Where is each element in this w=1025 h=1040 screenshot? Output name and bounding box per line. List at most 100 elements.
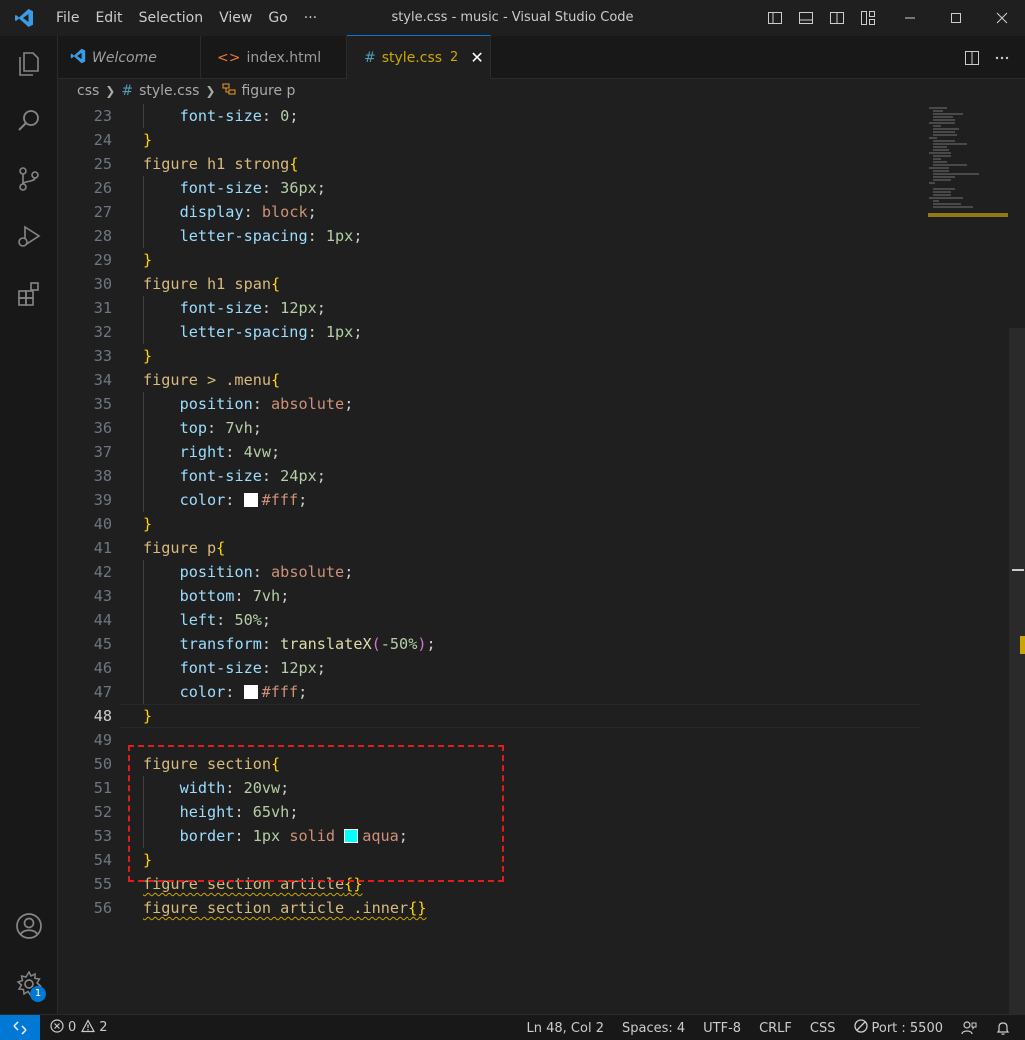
code-line[interactable]: 29} [58, 248, 928, 272]
code-line[interactable]: 56 figure section article .inner{} [58, 896, 928, 920]
more-actions-icon[interactable] [987, 36, 1017, 79]
run-debug-icon[interactable] [0, 212, 58, 260]
color-swatch[interactable] [243, 685, 258, 699]
close-window-icon[interactable] [979, 0, 1025, 36]
tab-welcome[interactable]: Welcome [58, 36, 201, 79]
menu-selection[interactable]: Selection [131, 0, 212, 36]
notifications-bell-icon[interactable] [986, 1020, 1025, 1036]
manage-gear-icon[interactable]: 1 [0, 960, 58, 1008]
editor-tabs: Welcome <> index.html # style.css 2 ✕ [58, 35, 1025, 79]
minimap-line [933, 200, 939, 202]
code-line[interactable]: 31 font-size: 12px; [58, 296, 928, 320]
minimize-icon[interactable] [887, 0, 933, 36]
breadcrumb: css ❯ # style.css ❯ figure p [58, 79, 1025, 103]
code-line[interactable]: 26 font-size: 36px; [58, 176, 928, 200]
vertical-scrollbar[interactable] [1009, 328, 1025, 1014]
line-number: 39 [93, 491, 112, 509]
code-line[interactable]: 40} [58, 512, 928, 536]
code-text: position: absolute; [143, 560, 354, 584]
breadcrumb-folder[interactable]: css [77, 83, 99, 99]
code-token: { [216, 539, 226, 557]
line-number: 47 [93, 683, 112, 701]
explorer-icon[interactable] [0, 40, 58, 88]
color-swatch[interactable] [243, 493, 258, 507]
customize-layout-icon[interactable] [856, 0, 880, 36]
code-token: ; [307, 203, 317, 221]
menu-go[interactable]: Go [260, 0, 295, 36]
live-server-port[interactable]: Port : 5500 [845, 1019, 953, 1037]
tab-index-html[interactable]: <> index.html [201, 36, 347, 79]
toggle-panel-icon[interactable] [794, 0, 818, 36]
code-token: ) [417, 635, 427, 653]
code-line[interactable]: 41 figure p{ [58, 536, 928, 560]
problems-status[interactable]: 0 2 [50, 1018, 108, 1037]
code-line[interactable]: 30 figure h1 span{ [58, 272, 928, 296]
source-control-icon[interactable] [0, 155, 58, 203]
code-editor[interactable]: 23 font-size: 0; 24} 25 figure h1 strong{26… [58, 103, 1025, 1014]
code-line[interactable]: 28 letter-spacing: 1px; [58, 224, 928, 248]
line-number: 29 [93, 251, 112, 269]
remote-indicator-icon[interactable] [0, 1014, 40, 1040]
error-icon [50, 1018, 64, 1037]
menu-view[interactable]: View [211, 0, 260, 36]
code-line[interactable]: 38 font-size: 24px; [58, 464, 928, 488]
menu-edit[interactable]: Edit [87, 0, 130, 36]
code-token: absolute [271, 563, 345, 581]
maximize-icon[interactable] [933, 0, 979, 36]
minimap-line [933, 164, 967, 166]
symbol-icon [221, 81, 237, 101]
code-line[interactable]: 48} [58, 704, 928, 728]
code-token: block [261, 203, 308, 221]
minimap-line [933, 110, 943, 112]
code-line[interactable]: 42 position: absolute; [58, 560, 928, 584]
language-mode[interactable]: CSS [801, 1021, 845, 1036]
cursor-position[interactable]: Ln 48, Col 2 [518, 1021, 613, 1036]
code-text: font-size: 12px; [143, 296, 326, 320]
code-line[interactable]: 23 font-size: 0; [58, 104, 928, 128]
minimap-line [933, 191, 951, 193]
breadcrumb-file[interactable]: style.css [139, 83, 199, 99]
line-number: 35 [93, 395, 112, 413]
extensions-icon[interactable] [0, 270, 58, 318]
minimap-line [929, 182, 935, 184]
menu-more[interactable]: ··· [296, 0, 325, 36]
toggle-primary-sidebar-icon[interactable] [763, 0, 787, 36]
code-text: figure h1 strong{ [143, 152, 298, 176]
code-line[interactable]: 46 font-size: 12px; [58, 656, 928, 680]
code-line[interactable]: 27 display: block; [58, 200, 928, 224]
code-line[interactable]: 25 figure h1 strong{ [58, 152, 928, 176]
close-icon[interactable]: ✕ [470, 48, 483, 67]
code-line[interactable]: 33} [58, 344, 928, 368]
encoding[interactable]: UTF-8 [694, 1021, 750, 1036]
code-token: color [179, 491, 226, 509]
code-line[interactable]: 44 left: 50%; [58, 608, 928, 632]
code-line[interactable]: 47 color: #fff; [58, 680, 928, 704]
minimap-line [929, 167, 949, 169]
code-line[interactable]: 37 right: 4vw; [58, 440, 928, 464]
code-line[interactable]: 45 transform: translateX(-50%); [58, 632, 928, 656]
feedback-icon[interactable] [952, 1020, 986, 1036]
code-line[interactable]: 34 figure > .menu{ [58, 368, 928, 392]
code-line[interactable]: 39 color: #fff; [58, 488, 928, 512]
code-line[interactable]: 32 letter-spacing: 1px; [58, 320, 928, 344]
split-editor-icon[interactable] [957, 36, 987, 79]
code-token: ; [353, 227, 363, 245]
toggle-secondary-sidebar-icon[interactable] [825, 0, 849, 36]
code-text: display: block; [143, 200, 317, 224]
menu-file[interactable]: File [48, 0, 87, 36]
code-line[interactable]: 36 top: 7vh; [58, 416, 928, 440]
search-icon[interactable] [0, 97, 58, 145]
minimap[interactable] [925, 103, 1009, 223]
accounts-icon[interactable] [0, 902, 58, 950]
breadcrumb-symbol[interactable]: figure p [241, 83, 295, 99]
code-token: color [179, 683, 226, 701]
tab-style-css[interactable]: # style.css 2 ✕ [347, 35, 491, 79]
code-line[interactable]: 43 bottom: 7vh; [58, 584, 928, 608]
code-token: 4vw [243, 443, 272, 461]
indentation[interactable]: Spaces: 4 [613, 1021, 694, 1036]
code-line[interactable]: 24} [58, 128, 928, 152]
code-token: 24px [280, 467, 317, 485]
code-line[interactable]: 35 position: absolute; [58, 392, 928, 416]
end-of-line[interactable]: CRLF [750, 1021, 801, 1036]
